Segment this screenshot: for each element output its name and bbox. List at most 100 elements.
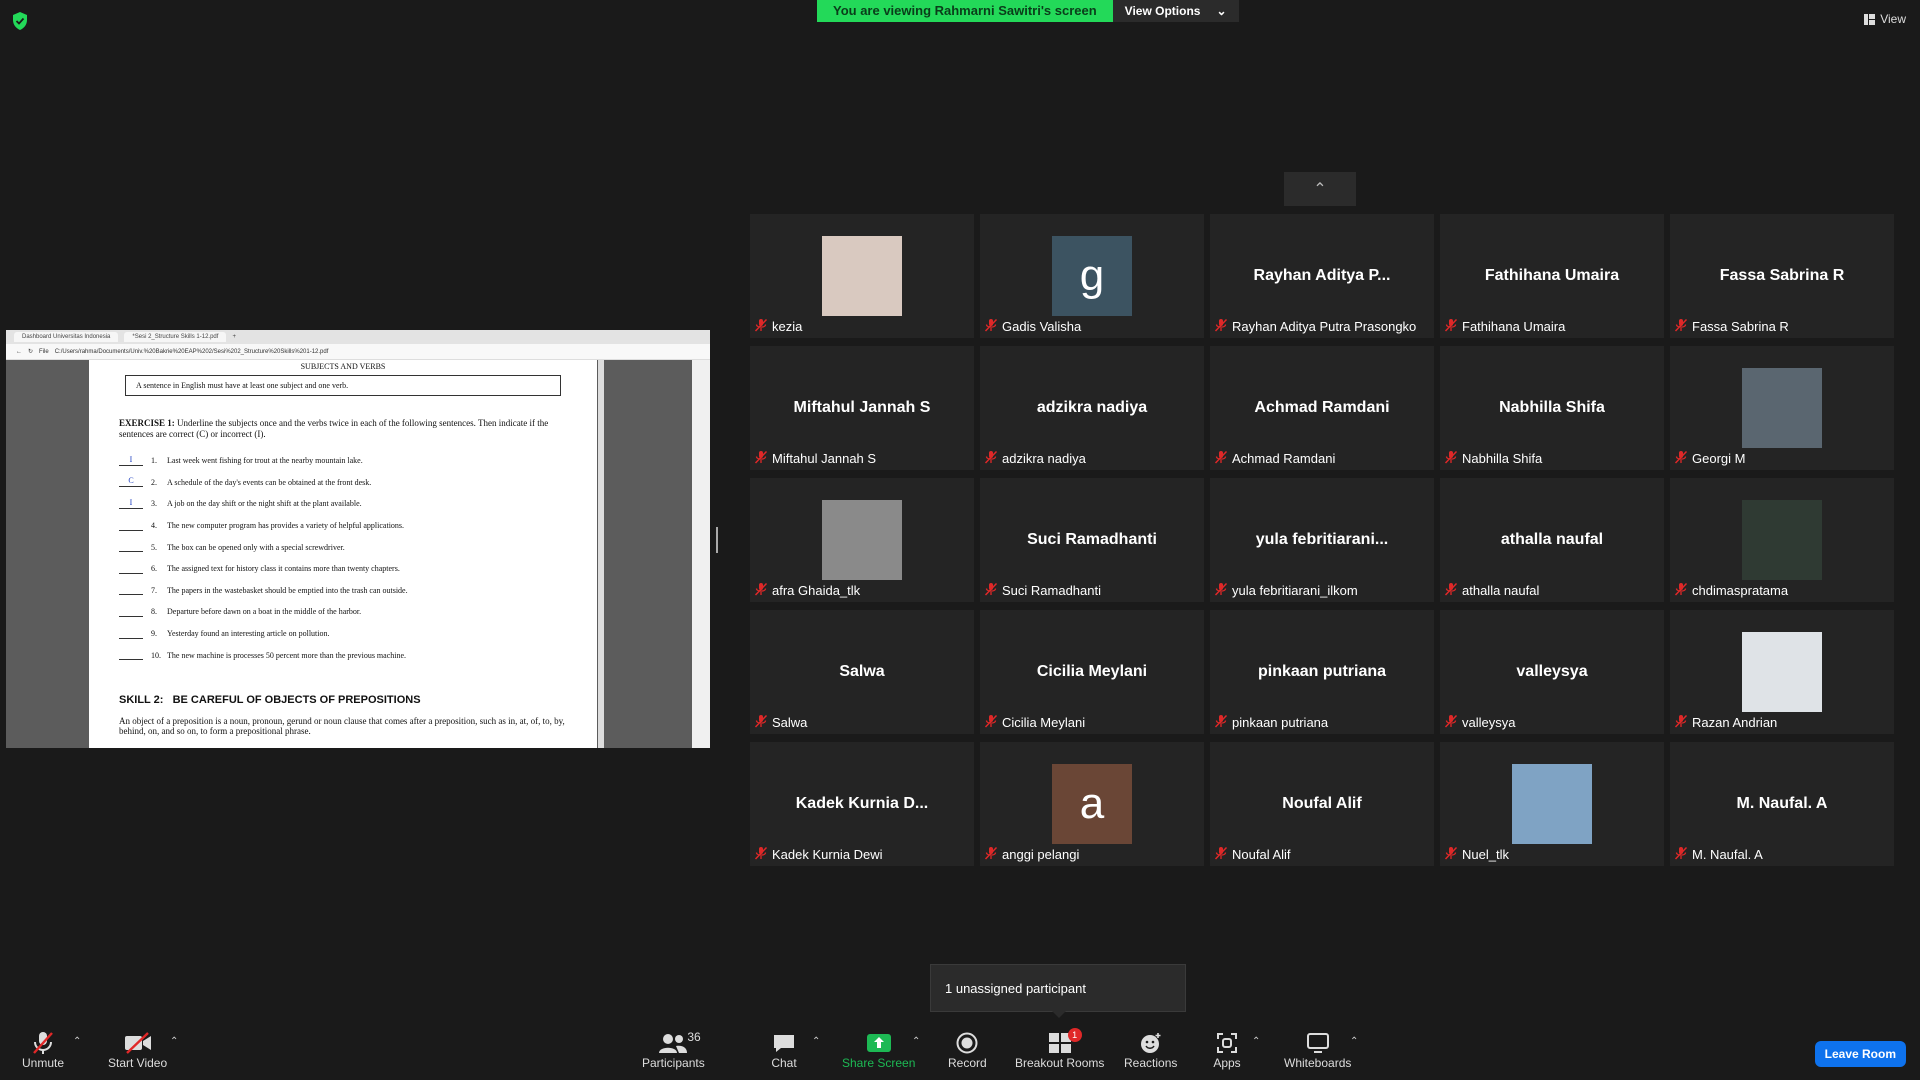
reactions-button[interactable]: Reactions xyxy=(1124,1030,1177,1070)
mic-muted-icon xyxy=(1444,582,1458,599)
browser-sidebar[interactable] xyxy=(692,360,710,748)
unassigned-participant-tooltip[interactable]: 1 unassigned participant xyxy=(930,964,1186,1012)
participant-video-area: Fathihana Umaira xyxy=(1440,236,1664,316)
participant-tile[interactable]: yula febritiarani... yula febritiarani_il… xyxy=(1210,478,1434,602)
mic-muted-icon xyxy=(1674,714,1688,731)
audio-options-caret-icon[interactable]: ⌃ xyxy=(73,1036,81,1047)
answer-mark xyxy=(119,650,143,661)
pdf-viewer: SUBJECTS AND VERBS A sentence in English… xyxy=(6,360,710,748)
pdf-exercise-item: I 3. A job on the day shift or the night s… xyxy=(119,493,567,515)
participant-video-area: Cicilia Meylani xyxy=(980,632,1204,712)
participant-name-label: Noufal Alif xyxy=(1214,846,1291,863)
participant-name-label: Cicilia Meylani xyxy=(984,714,1085,731)
leave-room-button[interactable]: Leave Room xyxy=(1814,1041,1906,1067)
pdf-skill-label: SKILL 2: xyxy=(119,693,164,706)
participant-tile[interactable]: afra Ghaida_tlk xyxy=(750,478,974,602)
browser-tab[interactable]: *Sesi 2_Structure Skills 1-12.pdf xyxy=(124,332,227,342)
participant-tile[interactable]: g Gadis Valisha xyxy=(980,214,1204,338)
apps-options-caret-icon[interactable]: ⌃ xyxy=(1252,1036,1260,1047)
participant-tile[interactable]: Cicilia Meylani Cicilia Meylani xyxy=(980,610,1204,734)
participant-video-area xyxy=(1670,500,1894,580)
apps-button[interactable]: Apps xyxy=(1213,1030,1241,1070)
collapse-gallery-button[interactable]: ⌃ xyxy=(1284,172,1356,206)
participant-tile[interactable]: adzikra nadiya adzikra nadiya xyxy=(980,346,1204,470)
participant-tile[interactable]: Nabhilla Shifa Nabhilla Shifa xyxy=(1440,346,1664,470)
participant-tile[interactable]: Fathihana Umaira Fathihana Umaira xyxy=(1440,214,1664,338)
participant-name-label: Nabhilla Shifa xyxy=(1444,450,1542,467)
participant-tile[interactable]: pinkaan putriana pinkaan putriana xyxy=(1210,610,1434,734)
unmute-label: Unmute xyxy=(22,1056,65,1070)
start-video-button[interactable]: Start Video xyxy=(108,1030,167,1070)
participant-tile[interactable]: Fassa Sabrina R Fassa Sabrina R xyxy=(1670,214,1894,338)
participant-tile[interactable]: M. Naufal. A M. Naufal. A xyxy=(1670,742,1894,866)
participant-tile[interactable]: Razan Andrian xyxy=(1670,610,1894,734)
video-options-caret-icon[interactable]: ⌃ xyxy=(170,1036,178,1047)
participants-count: 36 xyxy=(687,1030,701,1044)
item-number: 10. xyxy=(151,650,161,660)
whiteboards-options-caret-icon[interactable]: ⌃ xyxy=(1350,1036,1358,1047)
view-options-button[interactable]: View Options ⌄ xyxy=(1112,0,1239,22)
chat-options-caret-icon[interactable]: ⌃ xyxy=(812,1036,820,1047)
participant-tile[interactable]: Salwa Salwa xyxy=(750,610,974,734)
participant-tile[interactable]: Suci Ramadhanti Suci Ramadhanti xyxy=(980,478,1204,602)
video-off-icon xyxy=(124,1030,152,1056)
participant-display-name: Kadek Kurnia D... xyxy=(795,795,929,812)
reload-icon[interactable]: ↻ xyxy=(28,348,33,355)
participant-name: yula febritiarani_ilkom xyxy=(1232,583,1358,598)
participant-tile[interactable]: Rayhan Aditya P... Rayhan Aditya Putra Pr… xyxy=(1210,214,1434,338)
splitter-handle[interactable] xyxy=(716,527,718,553)
pdf-skill-paragraph: An object of a preposition is a noun, pr… xyxy=(119,715,565,736)
view-button[interactable]: View xyxy=(1864,12,1906,26)
participant-tile[interactable]: athalla naufal athalla naufal xyxy=(1440,478,1664,602)
whiteboards-button[interactable]: Whiteboards xyxy=(1284,1030,1351,1070)
participant-tile[interactable]: valleysya valleysya xyxy=(1440,610,1664,734)
participant-name-label: kezia xyxy=(754,318,802,335)
participant-tile[interactable]: Noufal Alif Noufal Alif xyxy=(1210,742,1434,866)
participant-name-label: yula febritiarani_ilkom xyxy=(1214,582,1358,599)
chat-button[interactable]: Chat xyxy=(770,1030,798,1070)
breakout-rooms-label: Breakout Rooms xyxy=(1015,1056,1105,1070)
participant-tile[interactable]: kezia xyxy=(750,214,974,338)
answer-mark xyxy=(119,564,143,574)
pdf-scrollbar[interactable] xyxy=(598,360,604,748)
mic-muted-icon xyxy=(1214,318,1228,335)
item-text: Last week went fishing for trout at the … xyxy=(167,456,363,466)
record-button[interactable]: Record xyxy=(948,1030,987,1070)
participant-tile[interactable]: Kadek Kurnia D... Kadek Kurnia Dewi xyxy=(750,742,974,866)
mic-muted-icon xyxy=(1214,582,1228,599)
apps-label: Apps xyxy=(1213,1056,1241,1070)
participant-tile[interactable]: Miftahul Jannah S Miftahul Jannah S xyxy=(750,346,974,470)
unmute-button[interactable]: Unmute xyxy=(22,1030,64,1070)
pdf-exercise-item: 10. The new machine is processes 50 perce… xyxy=(119,644,567,666)
participant-name-label: chdimaspratama xyxy=(1674,582,1788,599)
participant-display-name: Cicilia Meylani xyxy=(1036,663,1148,680)
participant-name: adzikra nadiya xyxy=(1002,451,1086,466)
browser-tab[interactable]: Dashboard Universitas Indonesia xyxy=(14,332,119,342)
mic-muted-icon xyxy=(1444,318,1458,335)
item-text: The assigned text for history class it c… xyxy=(167,564,400,574)
participant-name-label: Nuel_tlk xyxy=(1444,846,1509,863)
participant-name: Achmad Ramdani xyxy=(1232,451,1336,466)
participant-tile[interactable]: Georgi M xyxy=(1670,346,1894,470)
pdf-exercise-item: 5. The box can be opened only with a spec… xyxy=(119,536,567,558)
pdf-exercise-label: EXERCISE 1: xyxy=(119,418,175,428)
participant-tile[interactable]: Nuel_tlk xyxy=(1440,742,1664,866)
participant-name-label: M. Naufal. A xyxy=(1674,846,1763,863)
security-shield-icon[interactable] xyxy=(12,12,28,30)
share-screen-button[interactable]: Share Screen xyxy=(842,1030,915,1070)
share-options-caret-icon[interactable]: ⌃ xyxy=(912,1036,920,1047)
breakout-rooms-button[interactable]: 1 Breakout Rooms xyxy=(1015,1028,1105,1070)
answer-mark xyxy=(119,607,143,617)
participant-tile[interactable]: Achmad Ramdani Achmad Ramdani xyxy=(1210,346,1434,470)
participant-tile[interactable]: chdimaspratama xyxy=(1670,478,1894,602)
mic-muted-icon xyxy=(1674,846,1688,863)
participant-tile[interactable]: a anggi pelangi xyxy=(980,742,1204,866)
back-icon[interactable]: ← xyxy=(16,349,22,355)
pdf-exercise-item: 8. Departure before dawn on a boat in the… xyxy=(119,601,567,623)
participants-button[interactable]: 36 Participants xyxy=(642,1030,705,1070)
browser-address-bar[interactable]: ← ↻ File C:/Users/rahma/Documents/Univ.%… xyxy=(6,344,710,360)
new-tab-icon[interactable]: + xyxy=(232,334,236,340)
participant-display-name: adzikra nadiya xyxy=(1036,399,1148,416)
item-text: Yesterday found an interesting article o… xyxy=(167,629,330,639)
participant-name: Fassa Sabrina R xyxy=(1692,319,1789,334)
